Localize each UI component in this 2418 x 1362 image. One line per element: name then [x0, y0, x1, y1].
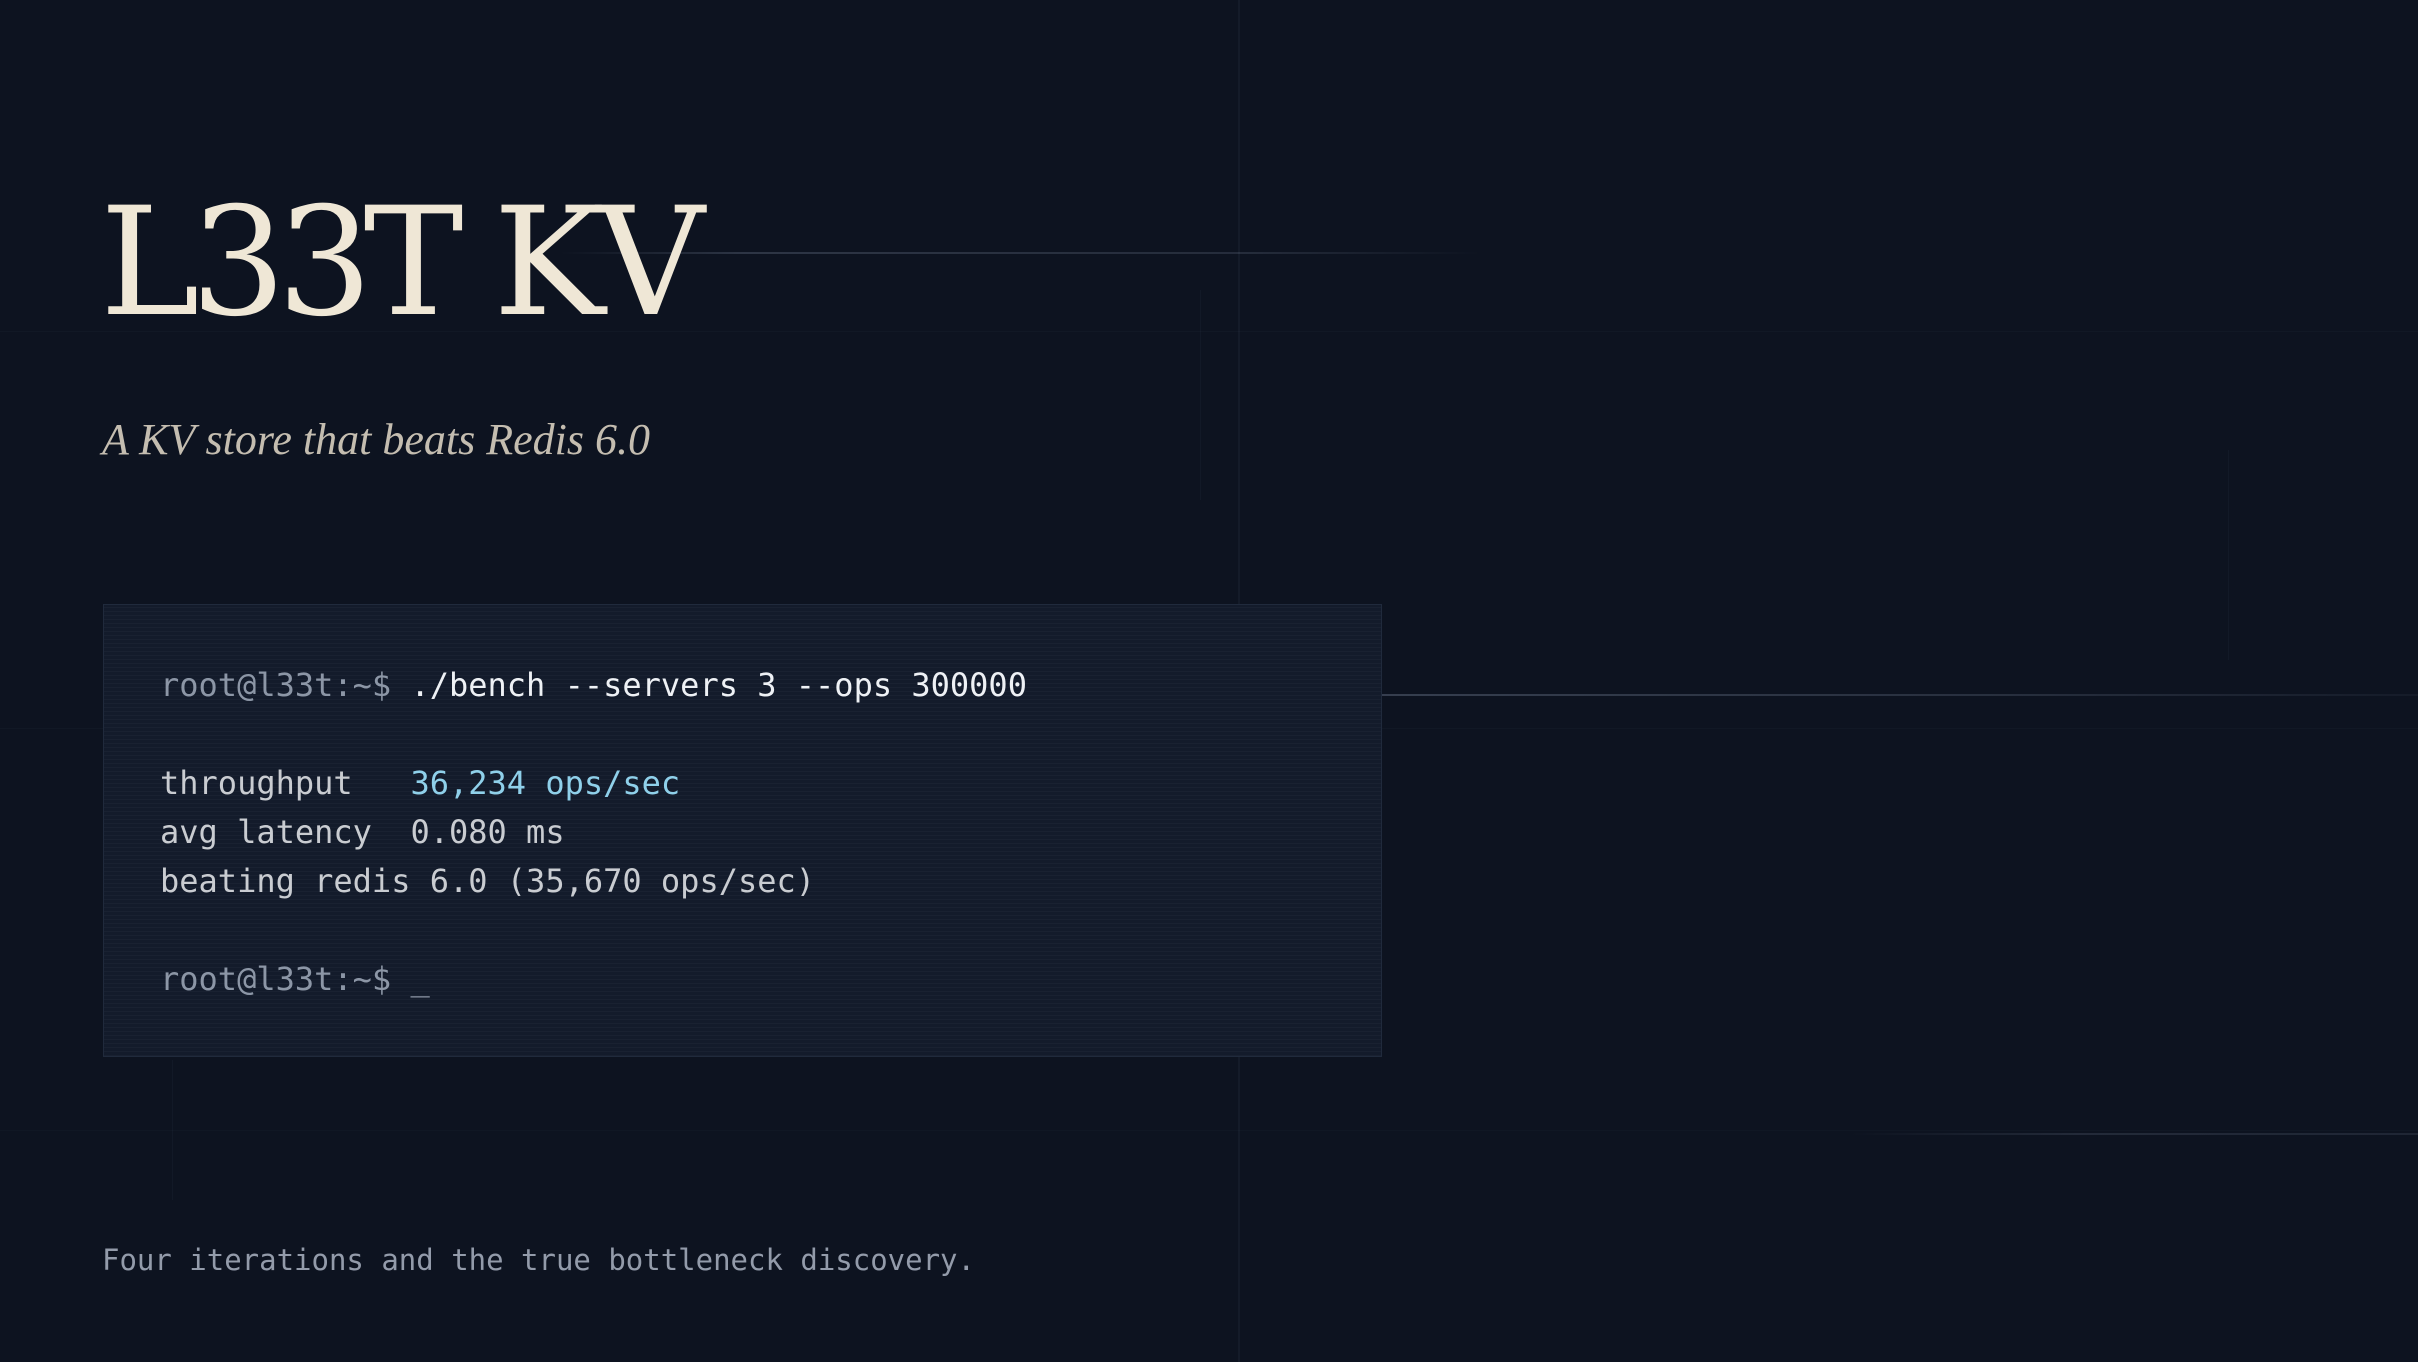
decorative-rule [560, 252, 1480, 254]
terminal-command: ./bench --servers 3 --ops 300000 [410, 666, 1027, 704]
terminal-cursor: _ [410, 960, 430, 998]
slide-subtitle: A KV store that beats Redis 6.0 [102, 415, 650, 464]
latency-row: avg latency 0.080 ms [160, 808, 565, 856]
comparison-text: beating redis 6.0 (35,670 ops/sec) [160, 862, 816, 900]
slide: L33T KV A KV store that beats Redis 6.0 … [0, 0, 2418, 1362]
throughput-label: throughput [160, 764, 353, 802]
comparison-row: beating redis 6.0 (35,670 ops/sec) [160, 857, 815, 905]
terminal-prompt: root@l33t:~$ [160, 960, 392, 998]
grid-line [0, 1130, 2418, 1131]
terminal-prompt: root@l33t:~$ [160, 666, 392, 704]
throughput-row: throughput 36,234 ops/sec [160, 759, 680, 807]
grid-line [1200, 290, 1201, 500]
slide-caption: Four iterations and the true bottleneck … [102, 1243, 975, 1277]
grid-line [2228, 450, 2229, 660]
terminal-input-line[interactable]: root@l33t:~$ _ [160, 955, 430, 1003]
throughput-value: 36,234 ops/sec [410, 764, 681, 802]
slide-title: L33T KV [100, 176, 705, 350]
latency-value: 0.080 ms [410, 813, 565, 851]
terminal-command-line: root@l33t:~$ ./bench --servers 3 --ops 3… [160, 661, 1027, 709]
terminal-window: root@l33t:~$ ./bench --servers 3 --ops 3… [103, 604, 1382, 1057]
decorative-rule [1850, 1133, 2418, 1135]
decorative-rule [1382, 694, 2418, 696]
latency-label: avg latency [160, 813, 372, 851]
